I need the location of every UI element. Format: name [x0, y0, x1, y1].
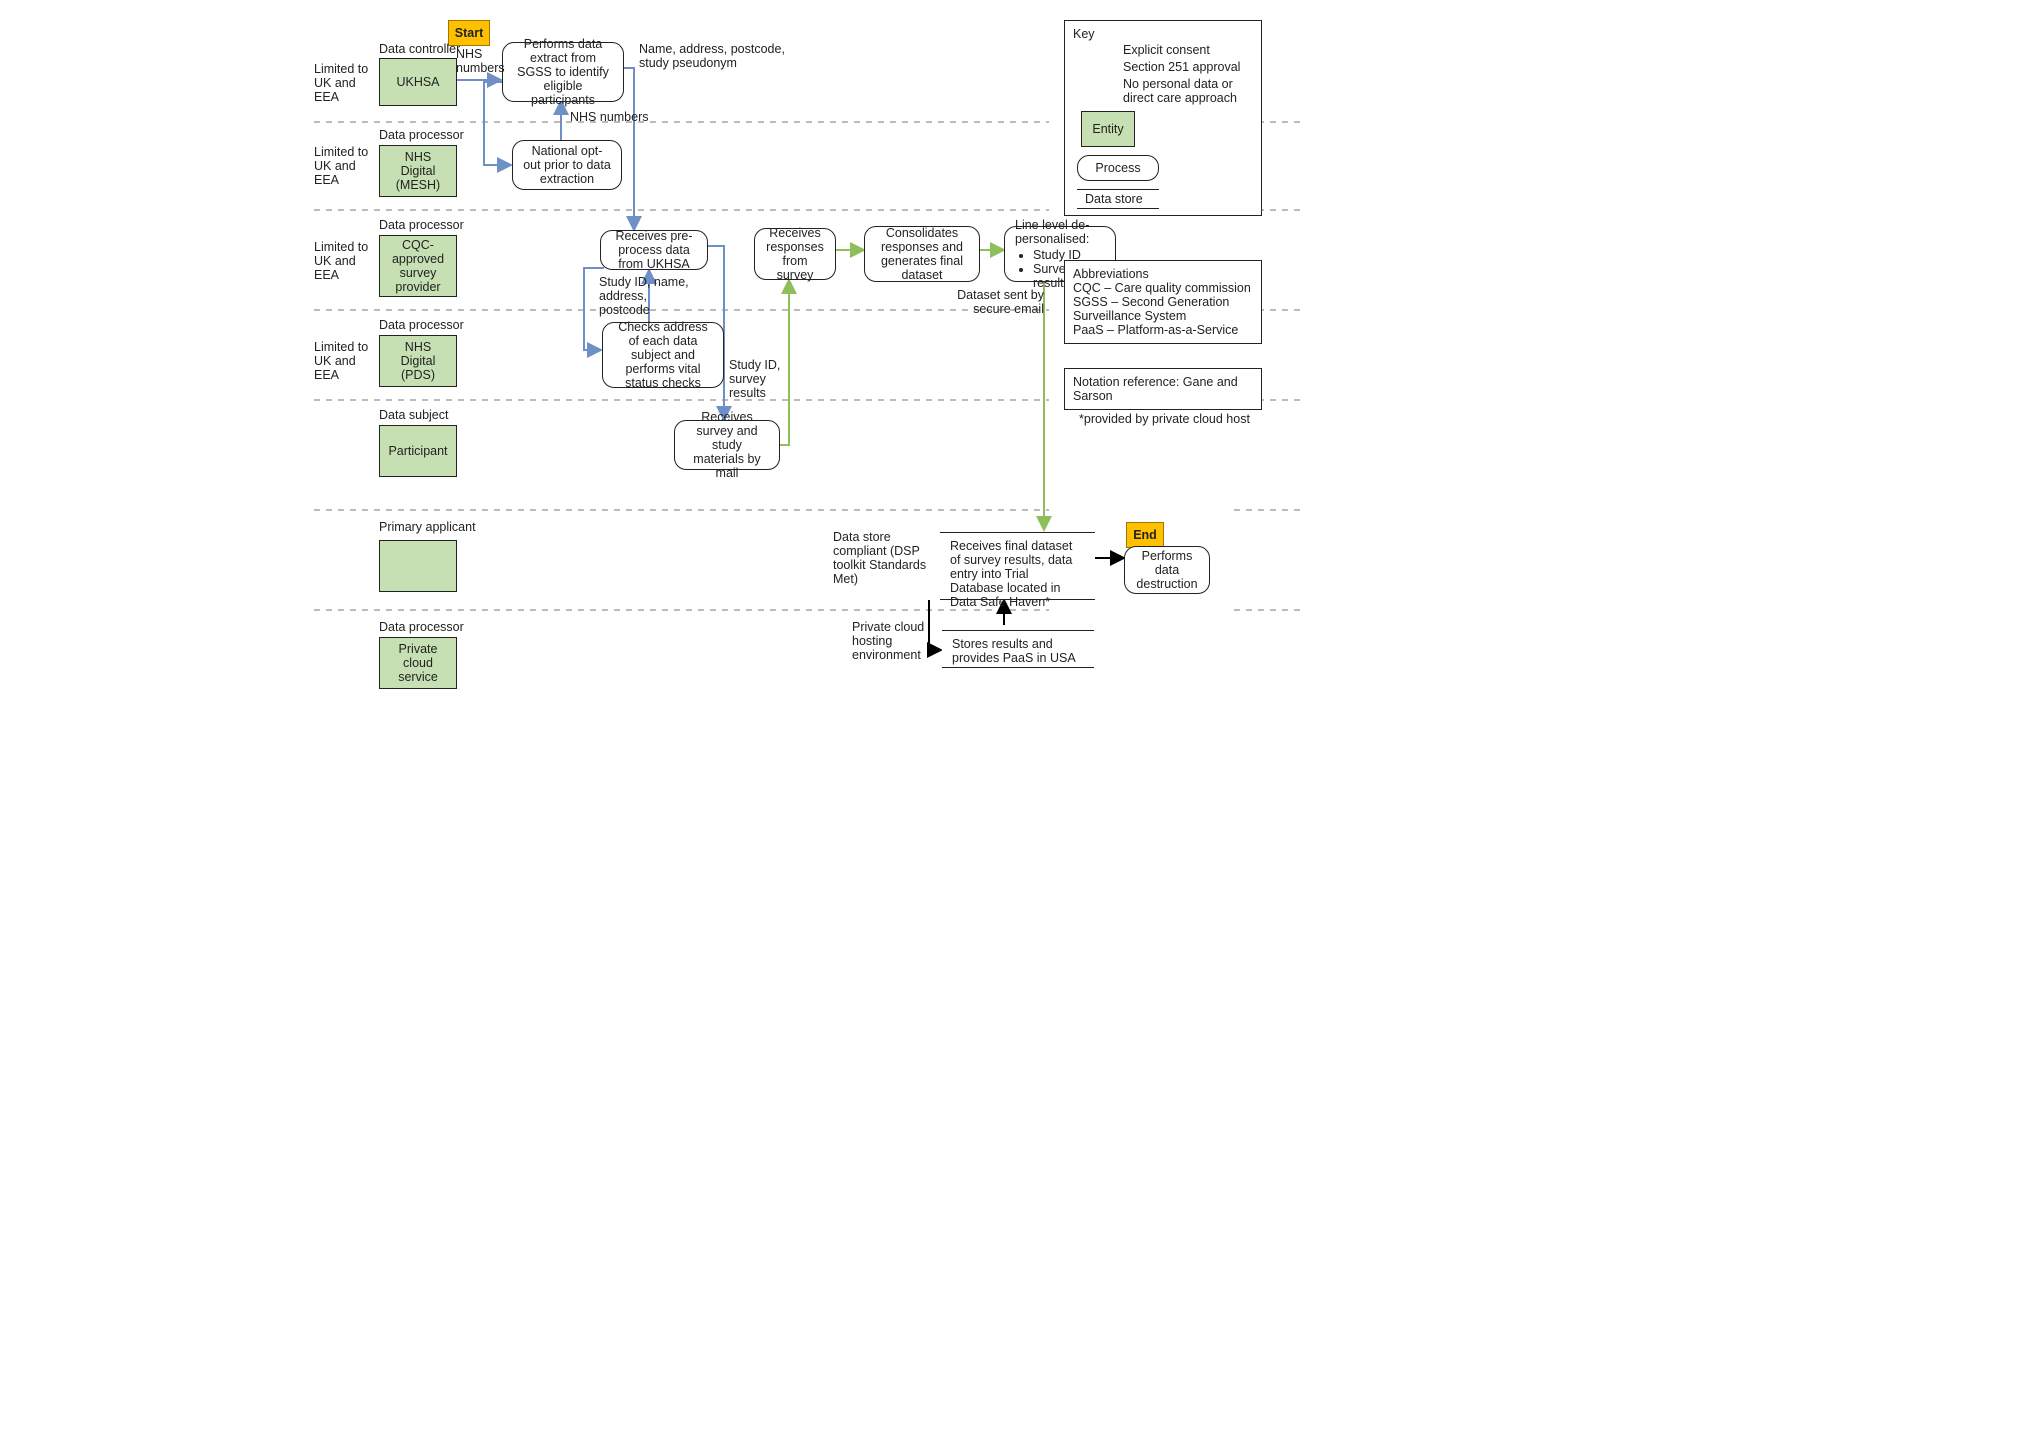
- label-dsp-toolkit: Data store compliant (DSP toolkit Standa…: [833, 530, 943, 586]
- limit-3: Limited to UK and EEA: [314, 240, 369, 282]
- process-consolidate: Consolidates responses and generates fin…: [864, 226, 980, 282]
- legend-process-swatch: Process: [1077, 155, 1159, 181]
- label-study-results: Study ID, survey results: [729, 358, 799, 400]
- role-data-controller: Data controller: [379, 42, 460, 56]
- legend-box: Key Explicit consent Section 251 approva…: [1064, 20, 1262, 216]
- diagram-canvas: Start End Limited to UK and EEA Limited …: [304, 0, 1724, 1020]
- footnote: *provided by private cloud host: [1079, 412, 1250, 426]
- role-data-processor-3: Data processor: [379, 318, 464, 332]
- legend-k2: Section 251 approval: [1123, 60, 1253, 74]
- role-data-processor-4: Data processor: [379, 620, 464, 634]
- process-receive-preprocess: Receives pre-process data from UKHSA: [600, 230, 708, 270]
- process-receive-materials: Receives survey and study materials by m…: [674, 420, 780, 470]
- legend-k3: No personal data or direct care approach: [1123, 77, 1253, 105]
- entity-nhs-mesh: NHS Digital (MESH): [379, 145, 457, 197]
- datastore-paas-usa: Stores results and provides PaaS in USA: [942, 630, 1094, 668]
- entity-participant: Participant: [379, 425, 457, 477]
- label-secure-email: Dataset sent by secure email: [944, 288, 1044, 316]
- label-nhs-numbers-up: NHS numbers: [570, 110, 649, 124]
- legend-datastore-swatch: Data store: [1077, 189, 1159, 209]
- process-receive-responses: Receives responses from survey: [754, 228, 836, 280]
- role-data-subject: Data subject: [379, 408, 448, 422]
- entity-nhs-pds: NHS Digital (PDS): [379, 335, 457, 387]
- datastore-trial-database: Receives final dataset of survey results…: [940, 532, 1095, 600]
- notation-box: Notation reference: Gane and Sarson: [1064, 368, 1262, 410]
- legend-entity-swatch: Entity: [1081, 111, 1135, 147]
- entity-primary-applicant: [379, 540, 457, 592]
- label-nhs-numbers-left: NHS numbers: [456, 47, 501, 75]
- process-data-destruction: Performs data destruction: [1124, 546, 1210, 594]
- role-data-processor-1: Data processor: [379, 128, 464, 142]
- role-data-processor-2: Data processor: [379, 218, 464, 232]
- label-name-address: Name, address, postcode, study pseudonym: [639, 42, 789, 70]
- entity-cqc-provider: CQC-approved survey provider: [379, 235, 457, 297]
- legend-k1: Explicit consent: [1123, 43, 1253, 57]
- process-check-address: Checks address of each data subject and …: [602, 322, 724, 388]
- process-opt-out: National opt-out prior to data extractio…: [512, 140, 622, 190]
- label-private-cloud-env: Private cloud hosting environment: [852, 620, 932, 662]
- end-terminator: End: [1126, 522, 1164, 548]
- entity-private-cloud: Private cloud service: [379, 637, 457, 689]
- limit-2: Limited to UK and EEA: [314, 145, 369, 187]
- limit-4: Limited to UK and EEA: [314, 340, 369, 382]
- role-primary-applicant: Primary applicant: [379, 520, 476, 534]
- entity-ukhsa: UKHSA: [379, 58, 457, 106]
- p8-title: Line level de-personalised:: [1015, 218, 1089, 246]
- limit-1: Limited to UK and EEA: [314, 62, 369, 104]
- legend-title: Key: [1073, 27, 1253, 41]
- label-studyid: Study ID, name, address, postcode: [599, 275, 699, 317]
- abbreviations-box: Abbreviations CQC – Care quality commiss…: [1064, 260, 1262, 344]
- process-extract-sgss: Performs data extract from SGSS to ident…: [502, 42, 624, 102]
